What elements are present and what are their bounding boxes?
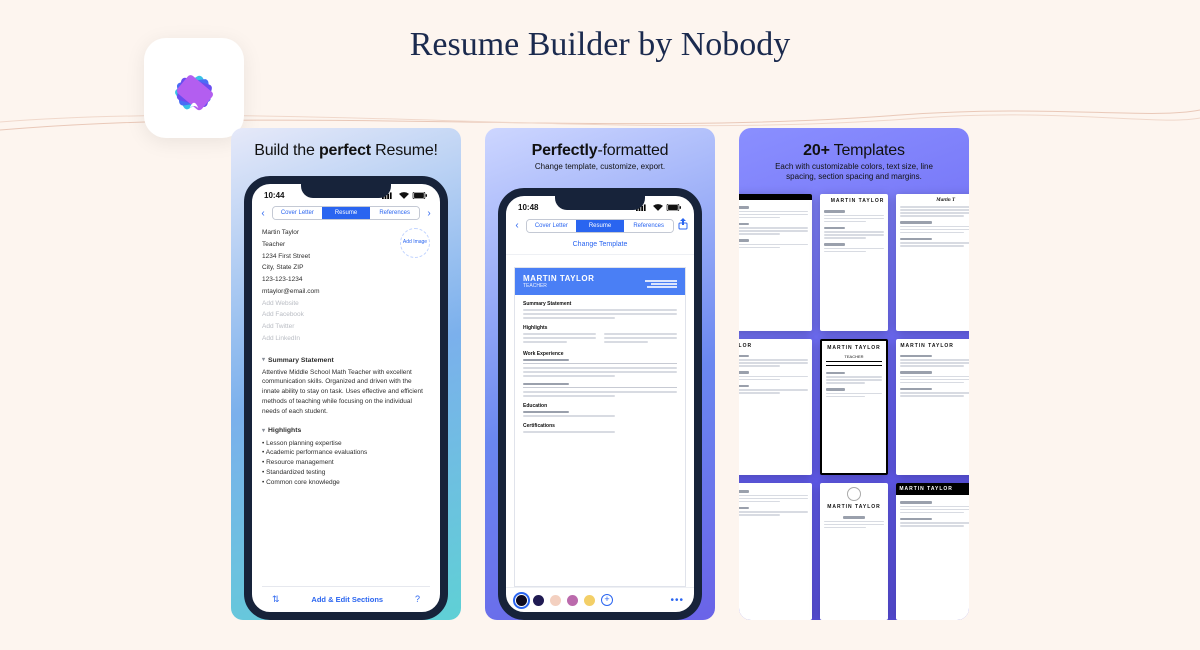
screenshot-1: Build the perfect Resume! 10:44 ‹ Cover … — [231, 128, 461, 620]
screenshot-panels: Build the perfect Resume! 10:44 ‹ Cover … — [231, 128, 969, 620]
phone-frame-1: 10:44 ‹ Cover Letter Resume References › — [244, 176, 448, 620]
screenshot-2: Perfectly-formatted Change template, cus… — [485, 128, 715, 620]
template-thumb[interactable]: R. TAYLOR — [739, 339, 812, 476]
document-tabs[interactable]: Cover Letter Resume References — [272, 206, 420, 220]
template-thumb[interactable] — [739, 483, 812, 620]
more-icon[interactable]: ••• — [670, 595, 684, 606]
change-template-button[interactable]: Change Template — [506, 237, 694, 255]
panel2-sub: Change template, customize, export. — [535, 162, 665, 172]
share-icon[interactable] — [678, 218, 688, 233]
tab-references[interactable]: References — [624, 220, 673, 232]
highlights-list[interactable]: Lesson planning expertise Academic perfo… — [262, 439, 430, 488]
template-thumb[interactable]: MARTIN TAYLOR — [820, 194, 889, 331]
template-thumb[interactable] — [739, 194, 812, 331]
wifi-icon — [399, 192, 409, 199]
tab-cover-letter[interactable]: Cover Letter — [273, 207, 322, 219]
help-icon[interactable]: ? — [415, 593, 420, 607]
status-time: 10:48 — [518, 203, 538, 212]
app-icon — [144, 38, 244, 138]
panel1-headline: Build the perfect Resume! — [254, 128, 438, 160]
tab-resume[interactable]: Resume — [576, 220, 625, 232]
reorder-icon[interactable]: ⇅ — [272, 593, 280, 607]
template-grid: MARTIN TAYLOR Martin T R. TAYLOR MARTIN … — [739, 182, 969, 620]
bottom-toolbar: ⇅ Add & Edit Sections ? — [262, 586, 430, 613]
tab-cover-letter[interactable]: Cover Letter — [527, 220, 576, 232]
template-thumb[interactable]: MARTIN TAYLOR — [820, 483, 889, 620]
add-website[interactable]: Add Website — [262, 299, 430, 309]
summary-heading[interactable]: Summary Statement — [262, 356, 430, 366]
battery-icon — [666, 204, 682, 211]
chevron-right-icon[interactable]: › — [424, 208, 434, 219]
add-facebook[interactable]: Add Facebook — [262, 310, 430, 320]
role-field[interactable]: Teacher — [262, 240, 320, 250]
add-image-button[interactable]: Add Image — [400, 228, 430, 258]
swatch-2[interactable] — [533, 595, 544, 606]
swatch-1[interactable] — [516, 595, 527, 606]
color-swatches: + ••• — [506, 587, 694, 612]
resume-form: Martin Taylor Teacher 1234 First Street … — [252, 224, 440, 612]
name-field[interactable]: Martin Taylor — [262, 228, 320, 238]
email-field[interactable]: mtaylor@email.com — [262, 287, 320, 297]
add-edit-sections-button[interactable]: Add & Edit Sections — [311, 594, 383, 605]
phone-field[interactable]: 123-123-1234 — [262, 275, 320, 285]
template-thumb[interactable]: MARTIN TAYLOR — [896, 339, 969, 476]
wifi-icon — [653, 204, 663, 211]
tab-references[interactable]: References — [370, 207, 419, 219]
panel2-headline: Perfectly-formatted — [532, 128, 669, 160]
template-thumb[interactable]: MARTIN TAYLOR TEACHER — [820, 339, 889, 476]
tab-resume[interactable]: Resume — [322, 207, 371, 219]
template-thumb[interactable]: Martin T — [896, 194, 969, 331]
highlights-heading[interactable]: Highlights — [262, 426, 430, 436]
resume-preview[interactable]: MARTIN TAYLOR TEACHER Summary Statement … — [514, 267, 686, 587]
add-color-icon[interactable]: + — [601, 594, 613, 606]
swatch-3[interactable] — [550, 595, 561, 606]
battery-icon — [412, 192, 428, 199]
phone-frame-2: 10:48 ‹ Cover Letter Resume References — [498, 188, 702, 620]
status-time: 10:44 — [264, 191, 284, 200]
addr1-field[interactable]: 1234 First Street — [262, 252, 320, 262]
chevron-left-icon[interactable]: ‹ — [512, 220, 522, 231]
panel3-headline: 20+ Templates — [803, 128, 905, 160]
add-linkedin[interactable]: Add LinkedIn — [262, 334, 430, 344]
panel3-sub: Each with customizable colors, text size… — [764, 162, 944, 182]
addr2-field[interactable]: City, State ZIP — [262, 263, 320, 273]
preview-name: MARTIN TAYLOR — [523, 274, 594, 283]
preview-title: TEACHER — [523, 283, 594, 289]
preview-contact — [645, 279, 677, 289]
document-tabs[interactable]: Cover Letter Resume References — [526, 219, 674, 233]
swatch-5[interactable] — [584, 595, 595, 606]
template-thumb[interactable]: MARTIN TAYLOR — [896, 483, 969, 620]
screenshot-3: 20+ Templates Each with customizable col… — [739, 128, 969, 620]
summary-text[interactable]: Attentive Middle School Math Teacher wit… — [262, 368, 430, 417]
add-twitter[interactable]: Add Twitter — [262, 322, 430, 332]
chevron-left-icon[interactable]: ‹ — [258, 208, 268, 219]
swatch-4[interactable] — [567, 595, 578, 606]
